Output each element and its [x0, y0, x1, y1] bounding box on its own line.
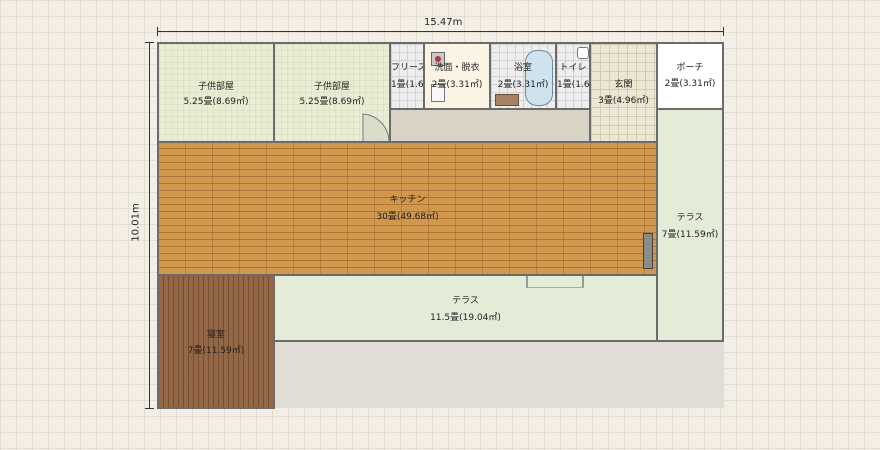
- window-frame-icon: [526, 276, 584, 288]
- washroom-area: 2畳(3.31㎡): [431, 80, 483, 90]
- width-dimension-line: [157, 31, 724, 32]
- terrace-bottom-name: テラス: [452, 296, 479, 306]
- entrance-hall[interactable]: 玄関 3畳(4.96㎡): [589, 42, 658, 143]
- washroom-name: 洗面・脱衣: [434, 63, 480, 73]
- porch-name: ポーチ: [676, 63, 704, 73]
- free-space-room[interactable]: フリースペース 1畳(1.65㎡): [389, 42, 453, 110]
- width-dimension-tick-left: [157, 27, 158, 36]
- bathroom-area: 2畳(3.31㎡): [497, 80, 549, 90]
- kitchen-room[interactable]: キッチン 30畳(49.68㎡): [157, 141, 658, 276]
- bathroom[interactable]: 浴室 2畳(3.31㎡): [489, 42, 557, 110]
- child-room-1-area: 5.25畳(8.69㎡): [183, 97, 249, 107]
- kitchen-area: 30畳(49.68㎡): [376, 212, 439, 222]
- toilet-room[interactable]: トイレ 1畳(1.65㎡): [555, 42, 608, 110]
- toilet-name: トイレ: [559, 63, 587, 73]
- terrace-right-area: 7畳(11.59㎡): [661, 230, 719, 240]
- vanity-cabinet-icon: [495, 94, 519, 106]
- porch-area: 2畳(3.31㎡): [664, 79, 716, 89]
- kitchen-name: キッチン: [389, 195, 426, 205]
- bathroom-name: 浴室: [513, 63, 532, 73]
- child-room-2-name: 子供部屋: [313, 82, 350, 92]
- width-dimension-tick-right: [723, 27, 724, 36]
- width-dimension-label: 15.47m: [424, 17, 463, 28]
- height-dimension-line: [149, 42, 150, 409]
- free-space-name: フリースペース: [391, 63, 453, 73]
- washroom[interactable]: 洗面・脱衣 2畳(3.31㎡): [423, 42, 491, 110]
- toilet-area: 1畳(1.65㎡): [557, 80, 608, 90]
- child-room-2[interactable]: 子供部屋 5.25畳(8.69㎡): [273, 42, 391, 143]
- terrace-bottom[interactable]: テラス 11.5畳(19.04㎡): [273, 274, 658, 342]
- porch[interactable]: ポーチ 2畳(3.31㎡): [656, 42, 724, 110]
- hall-corridor: [389, 108, 590, 143]
- door-swing-icon: [362, 113, 390, 143]
- child-room-1[interactable]: 子供部屋 5.25畳(8.69㎡): [157, 42, 275, 143]
- bedroom[interactable]: 寝室 7畳(11.59㎡): [157, 274, 275, 409]
- bedroom-area: 7畳(11.59㎡): [187, 346, 245, 356]
- sliding-door-icon: [643, 233, 653, 269]
- height-dimension-tick-top: [145, 42, 154, 43]
- child-room-1-name: 子供部屋: [197, 82, 234, 92]
- exterior-slab: [274, 341, 724, 408]
- entrance-name: 玄関: [614, 80, 633, 90]
- toilet-icon: [577, 47, 589, 59]
- child-room-2-area: 5.25畳(8.69㎡): [299, 97, 365, 107]
- terrace-right-name: テラス: [676, 213, 704, 223]
- terrace-bottom-area: 11.5畳(19.04㎡): [430, 313, 501, 323]
- terrace-right[interactable]: テラス 7畳(11.59㎡): [656, 108, 724, 342]
- bedroom-name: 寝室: [206, 330, 225, 340]
- entrance-area: 3畳(4.96㎡): [598, 96, 649, 106]
- free-space-area: 1畳(1.65㎡): [391, 80, 442, 90]
- height-dimension-tick-bottom: [145, 408, 154, 409]
- height-dimension-label: 10.01m: [130, 203, 142, 242]
